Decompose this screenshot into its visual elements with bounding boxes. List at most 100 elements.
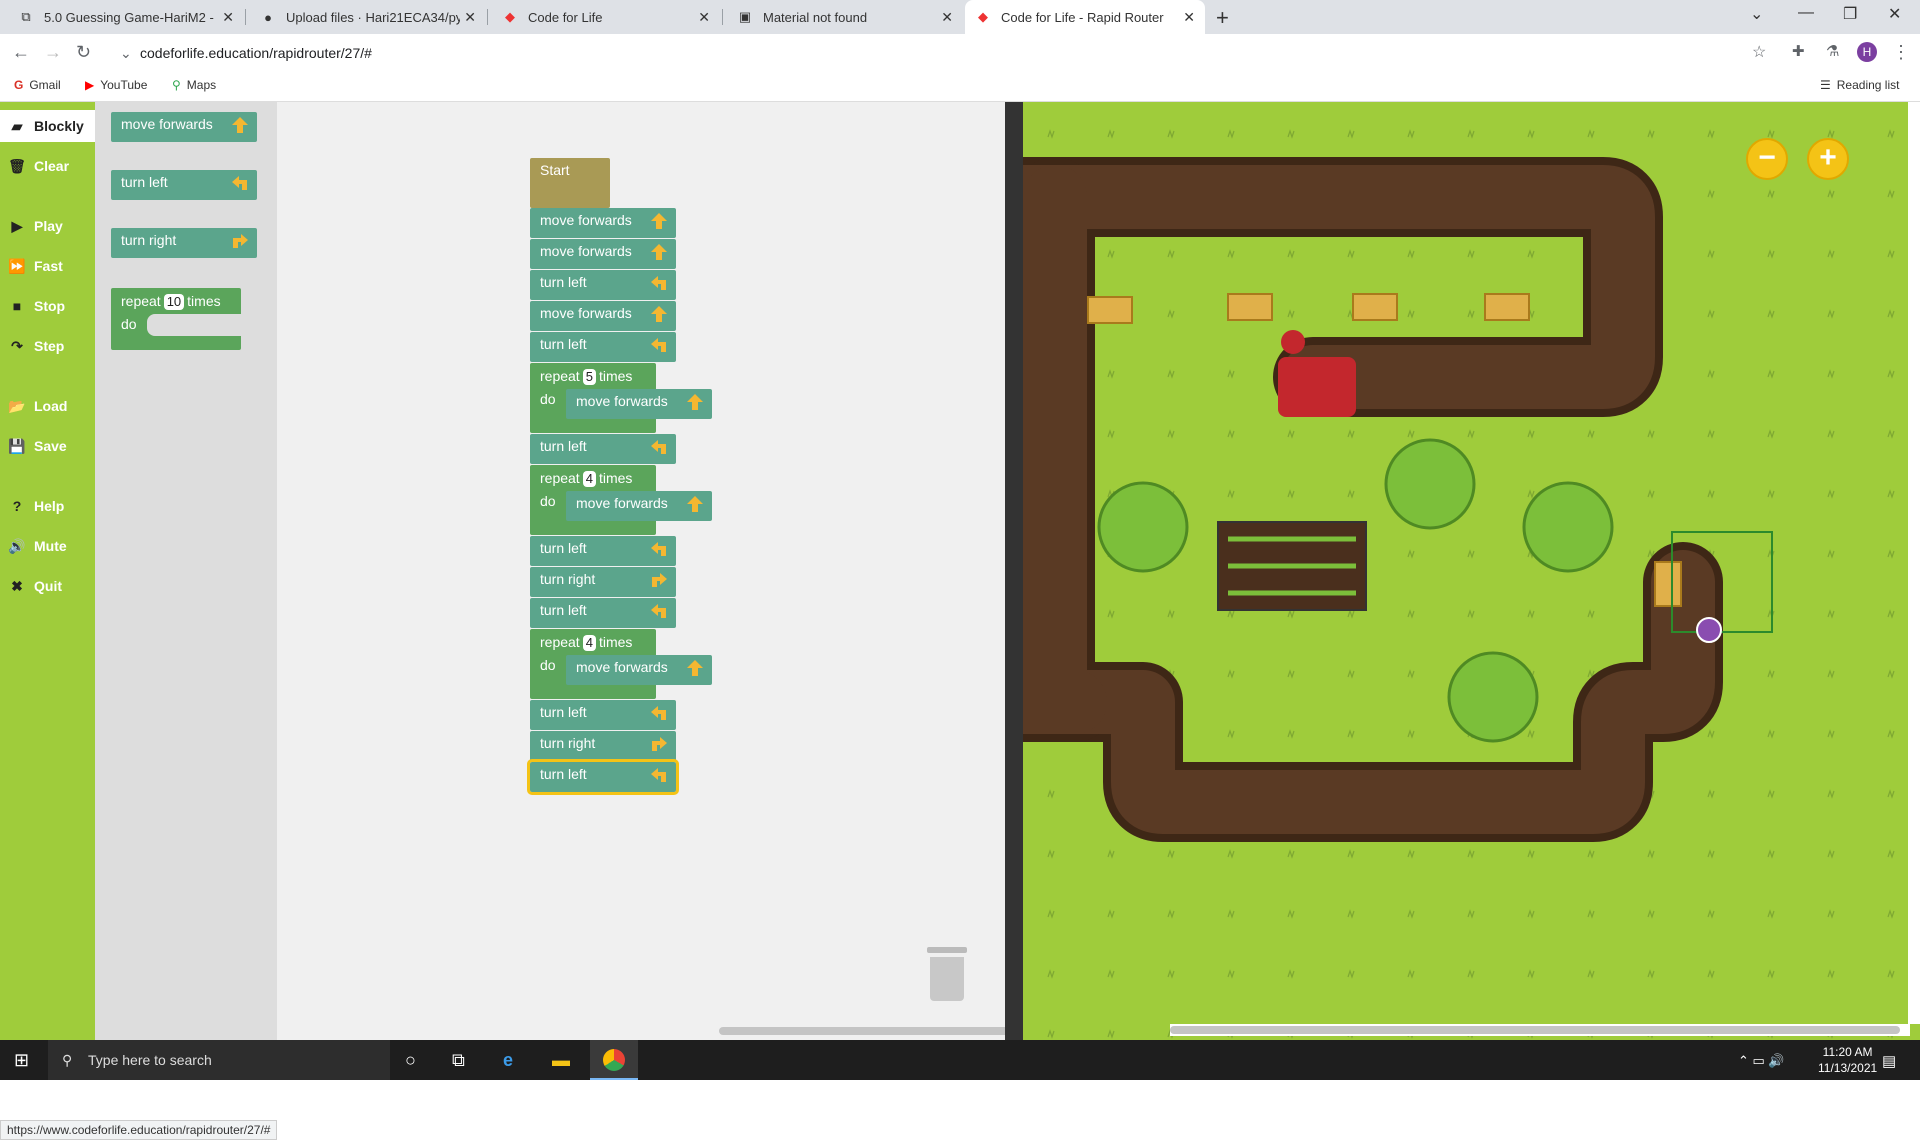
repeat-count[interactable]: 5	[582, 369, 596, 385]
menu-fast[interactable]: ⏩ Fast	[0, 250, 95, 282]
minimize-button[interactable]: —	[1798, 4, 1814, 22]
profile-avatar[interactable]: H	[1857, 42, 1877, 62]
turn-left-block[interactable]: turn left	[530, 332, 676, 362]
turn-left-block[interactable]: turn left	[530, 598, 676, 628]
search-placeholder: Type here to search	[88, 1052, 212, 1068]
tab-search-icon[interactable]: ⌄	[1750, 4, 1763, 24]
close-tab-icon[interactable]: ✕	[1183, 9, 1195, 26]
zoom-in-button[interactable]: +	[1807, 138, 1849, 180]
speaker-icon: 🔊	[8, 537, 26, 554]
turn-left-block[interactable]: turn left	[527, 759, 679, 795]
site-info-icon[interactable]: ⌄	[120, 40, 132, 66]
url-field[interactable]: ⌄ codeforlife.education/rapidrouter/27/#	[110, 40, 1780, 66]
repeat-count[interactable]: 4	[582, 471, 596, 487]
repeat-count[interactable]: 10	[163, 294, 185, 310]
menu-clear[interactable]: 🗑 Clear	[0, 150, 95, 182]
file-explorer-icon[interactable]: ▬	[552, 1050, 570, 1071]
help-icon: ?	[12, 498, 22, 514]
menu-save[interactable]: 💾 Save	[0, 430, 95, 462]
map-horizontal-scrollbar[interactable]	[1170, 1026, 1900, 1034]
turn-right-block[interactable]: turn right	[530, 731, 676, 761]
menu-label: Help	[34, 498, 65, 514]
move-forwards-block[interactable]: move forwards	[566, 491, 712, 521]
times-label: times	[598, 368, 633, 384]
close-tab-icon[interactable]: ✕	[698, 9, 710, 26]
move-forwards-block[interactable]: move forwards	[566, 655, 712, 685]
menu-label: Stop	[34, 298, 66, 314]
close-window-button[interactable]: ✕	[1888, 4, 1901, 24]
move-forwards-block[interactable]: move forwards	[530, 239, 676, 269]
block-label: turn left	[540, 274, 587, 290]
menu-mute[interactable]: 🔊 Mute	[0, 530, 95, 562]
bookmark-youtube[interactable]: ▶ YouTube	[85, 78, 147, 92]
move-forwards-block[interactable]: move forwards	[530, 301, 676, 331]
tab-github[interactable]: ● Upload files · Hari21ECA34/pytho ✕	[250, 0, 486, 34]
tab-replit[interactable]: ⧉ 5.0 Guessing Game-HariM2 - Rep ✕	[8, 0, 244, 34]
turn-left-block[interactable]: turn left	[530, 270, 676, 300]
menu-help[interactable]: ? Help	[0, 490, 95, 522]
turn-right-block[interactable]: turn right	[530, 567, 676, 597]
extensions-icon[interactable]: ✚	[1792, 42, 1805, 60]
arrow-right-icon	[233, 234, 248, 248]
tab-rapid-router[interactable]: ◆ Code for Life - Rapid Router ✕	[965, 0, 1205, 34]
close-tab-icon[interactable]: ✕	[941, 9, 953, 26]
toolbox-turn-left-block[interactable]: turn left	[111, 170, 257, 200]
turn-left-block[interactable]: turn left	[530, 434, 676, 464]
toolbox-repeat-block[interactable]: repeat 10 times do	[111, 288, 243, 350]
menu-blockly[interactable]: ▰ Blockly	[0, 110, 95, 142]
windows-start-icon[interactable]: ⊞	[14, 1050, 29, 1071]
reload-icon[interactable]: ↻	[76, 42, 91, 63]
toolbox-turn-right-block[interactable]: turn right	[111, 228, 257, 258]
block-label: turn left	[540, 766, 587, 782]
panel-divider[interactable]	[1005, 102, 1023, 1040]
menu-stop[interactable]: ■ Stop	[0, 290, 95, 322]
bookmark-maps[interactable]: ⚲ Maps	[172, 78, 216, 92]
close-tab-icon[interactable]: ✕	[464, 9, 476, 26]
system-tray-icons[interactable]: ⌃ ▭ 🔊	[1738, 1053, 1785, 1069]
bookmark-gmail[interactable]: G Gmail	[14, 78, 61, 92]
restore-button[interactable]: ❐	[1843, 4, 1857, 24]
block-label: turn left	[540, 704, 587, 720]
menu-step[interactable]: ↷ Step	[0, 330, 95, 362]
repeat-count[interactable]: 4	[582, 635, 596, 651]
taskbar-search[interactable]: ⚲ Type here to search	[48, 1040, 390, 1080]
block-label: move forwards	[576, 393, 668, 409]
menu-quit[interactable]: ✖ Quit	[0, 570, 95, 602]
chrome-taskbar-button[interactable]	[590, 1040, 638, 1080]
block-toolbox: move forwards turn left turn right repea…	[95, 102, 277, 1040]
forward-icon[interactable]: →	[44, 42, 62, 63]
cortana-icon[interactable]: ○	[405, 1050, 416, 1071]
reading-list-button[interactable]: ☰ Reading list	[1820, 78, 1899, 92]
menu-load[interactable]: 📂 Load	[0, 390, 95, 422]
block-label: move forwards	[540, 243, 632, 259]
task-view-icon[interactable]: ⧉	[452, 1050, 465, 1071]
times-label: times	[598, 634, 633, 650]
close-tab-icon[interactable]: ✕	[222, 9, 234, 26]
tab-code-for-life[interactable]: ◆ Code for Life ✕	[492, 0, 720, 34]
extension-pin-icon[interactable]: ⚗	[1826, 42, 1839, 60]
clock-date: 11/13/2021	[1818, 1061, 1878, 1075]
start-block[interactable]: Start	[530, 158, 610, 208]
menu-dots-icon[interactable]: ⋮	[1892, 42, 1910, 63]
back-icon[interactable]: ←	[12, 42, 30, 63]
taskbar-clock[interactable]: 11:20 AM 11/13/2021	[1818, 1044, 1877, 1076]
block-label: turn right	[121, 232, 177, 248]
turn-left-block[interactable]: turn left	[530, 700, 676, 730]
blockly-workspace[interactable]: Start move forwards move forwards turn left…	[277, 102, 1280, 1040]
map-vertical-scrollbar[interactable]	[1908, 102, 1920, 1024]
edge-icon[interactable]: e	[503, 1050, 513, 1071]
game-map[interactable]: − +	[1023, 102, 1920, 1040]
bookmark-star-icon[interactable]: ☆	[1752, 42, 1766, 62]
menu-play[interactable]: ▶ Play	[0, 210, 95, 242]
move-forwards-block[interactable]: move forwards	[566, 389, 712, 419]
toolbox-move-forwards-block[interactable]: move forwards	[111, 112, 257, 142]
new-tab-button[interactable]: +	[1216, 5, 1229, 31]
turn-left-block[interactable]: turn left	[530, 536, 676, 566]
block-label: turn left	[540, 540, 587, 556]
trash-can-icon[interactable]	[927, 947, 967, 1003]
tab-material-not-found[interactable]: ▣ Material not found ✕	[727, 0, 963, 34]
move-forwards-block[interactable]: move forwards	[530, 208, 676, 238]
zoom-out-button[interactable]: −	[1746, 138, 1788, 180]
notification-icon[interactable]: ▤	[1882, 1052, 1896, 1070]
arrow-right-icon	[652, 737, 667, 751]
